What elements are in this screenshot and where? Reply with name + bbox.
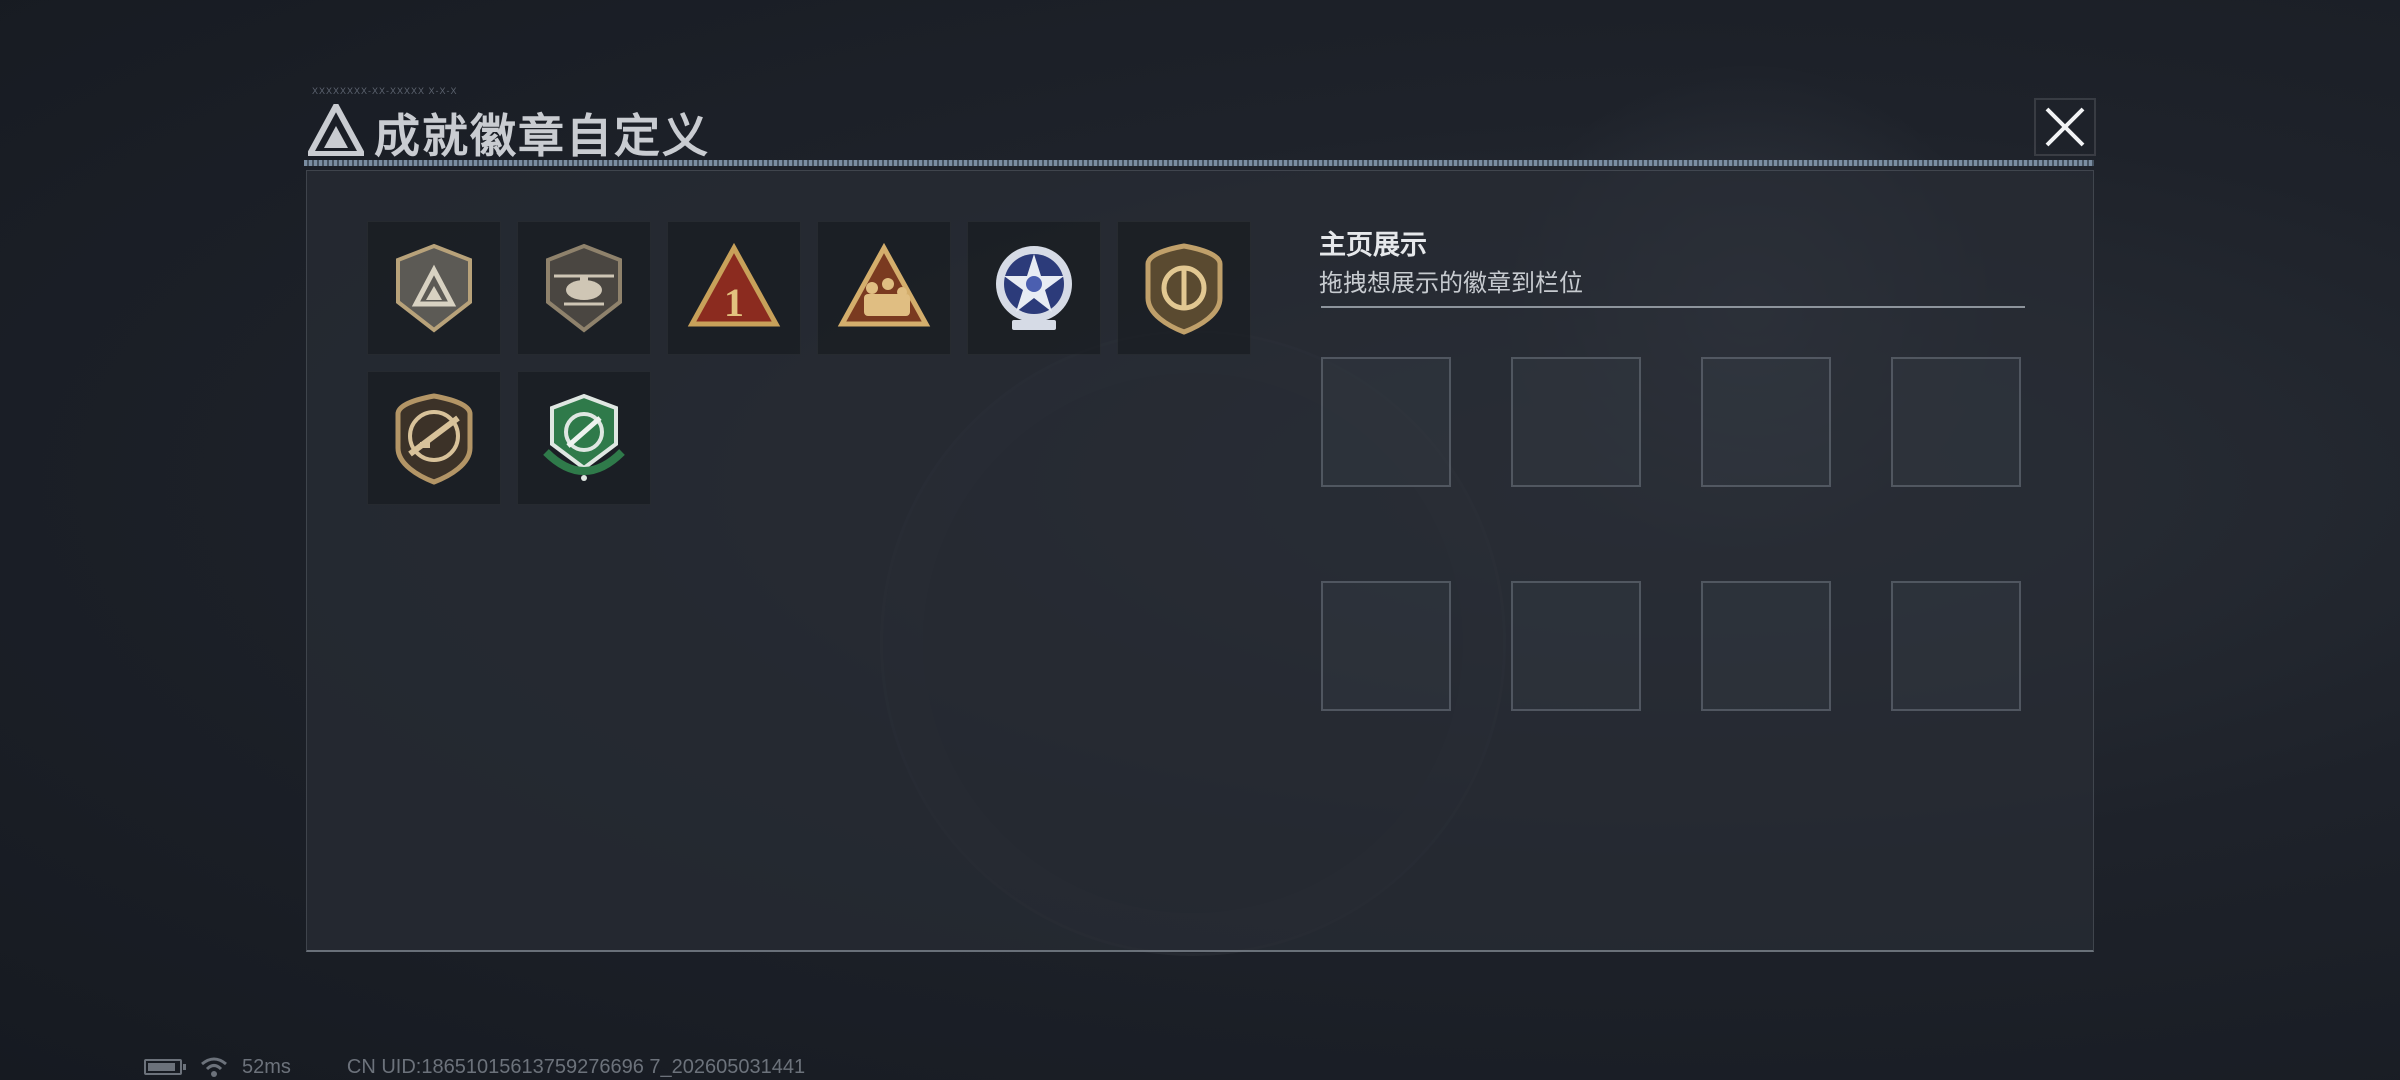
wifi-icon (201, 1057, 227, 1077)
battery-level (148, 1063, 175, 1071)
showcase-slots (1321, 357, 2021, 711)
badge-item[interactable]: 1 (667, 221, 801, 355)
showcase-slot[interactable] (1891, 581, 2021, 711)
brand-triangle-icon (308, 104, 364, 156)
showcase-subtitle: 拖拽想展示的徽章到栏位 (1319, 270, 1583, 297)
badge-customize-panel: 1 主页展示 拖拽想展示的徽章到栏位 (306, 170, 2094, 952)
badge-item[interactable] (517, 221, 651, 355)
badge-grid: 1 (367, 221, 1267, 505)
close-icon (2045, 107, 2085, 147)
title-bar: XXXXXXXX-XX-XXXXX X-X-X 成就徽章自定义 (292, 86, 2092, 168)
showcase-slot[interactable] (1701, 581, 1831, 711)
status-bar: 52ms CN UID:18651015613759276696 7_20260… (144, 1054, 805, 1080)
badge-item[interactable] (967, 221, 1101, 355)
elite-triangle-shield-icon (396, 243, 472, 333)
showcase-slot[interactable] (1891, 357, 2021, 487)
ping-text: 52ms (242, 1055, 291, 1078)
showcase-title: 主页展示 (1319, 230, 1427, 260)
close-button[interactable] (2034, 98, 2096, 156)
badge-item[interactable] (817, 221, 951, 355)
showcase-slot[interactable] (1321, 581, 1451, 711)
svg-text:1: 1 (724, 280, 744, 325)
round-shield-icon (1145, 243, 1223, 335)
number-one-triangle-icon: 1 (687, 242, 781, 327)
badge-item[interactable] (1117, 221, 1251, 355)
showcase-slot[interactable] (1511, 357, 1641, 487)
green-knife-badge-icon (543, 393, 625, 481)
title-small-text: XXXXXXXX-XX-XXXXX X-X-X (312, 86, 458, 96)
badge-item[interactable] (367, 221, 501, 355)
uid-text: CN UID:18651015613759276696 7_2026050314… (346, 1055, 806, 1078)
badge-item[interactable] (517, 371, 651, 505)
showcase-slot[interactable] (1511, 581, 1641, 711)
showcase-slot[interactable] (1321, 357, 1451, 487)
title-divider (304, 160, 2094, 166)
battery-icon (144, 1059, 186, 1075)
helicopter-shield-icon (546, 243, 622, 333)
rifle-shield-icon (395, 393, 473, 485)
badge-item[interactable] (367, 371, 501, 505)
star-emblem-icon (996, 246, 1072, 330)
page-title: 成就徽章自定义 (374, 110, 710, 162)
showcase-divider (1321, 306, 2025, 308)
showcase-slot[interactable] (1701, 357, 1831, 487)
squad-triangle-icon (837, 242, 931, 327)
